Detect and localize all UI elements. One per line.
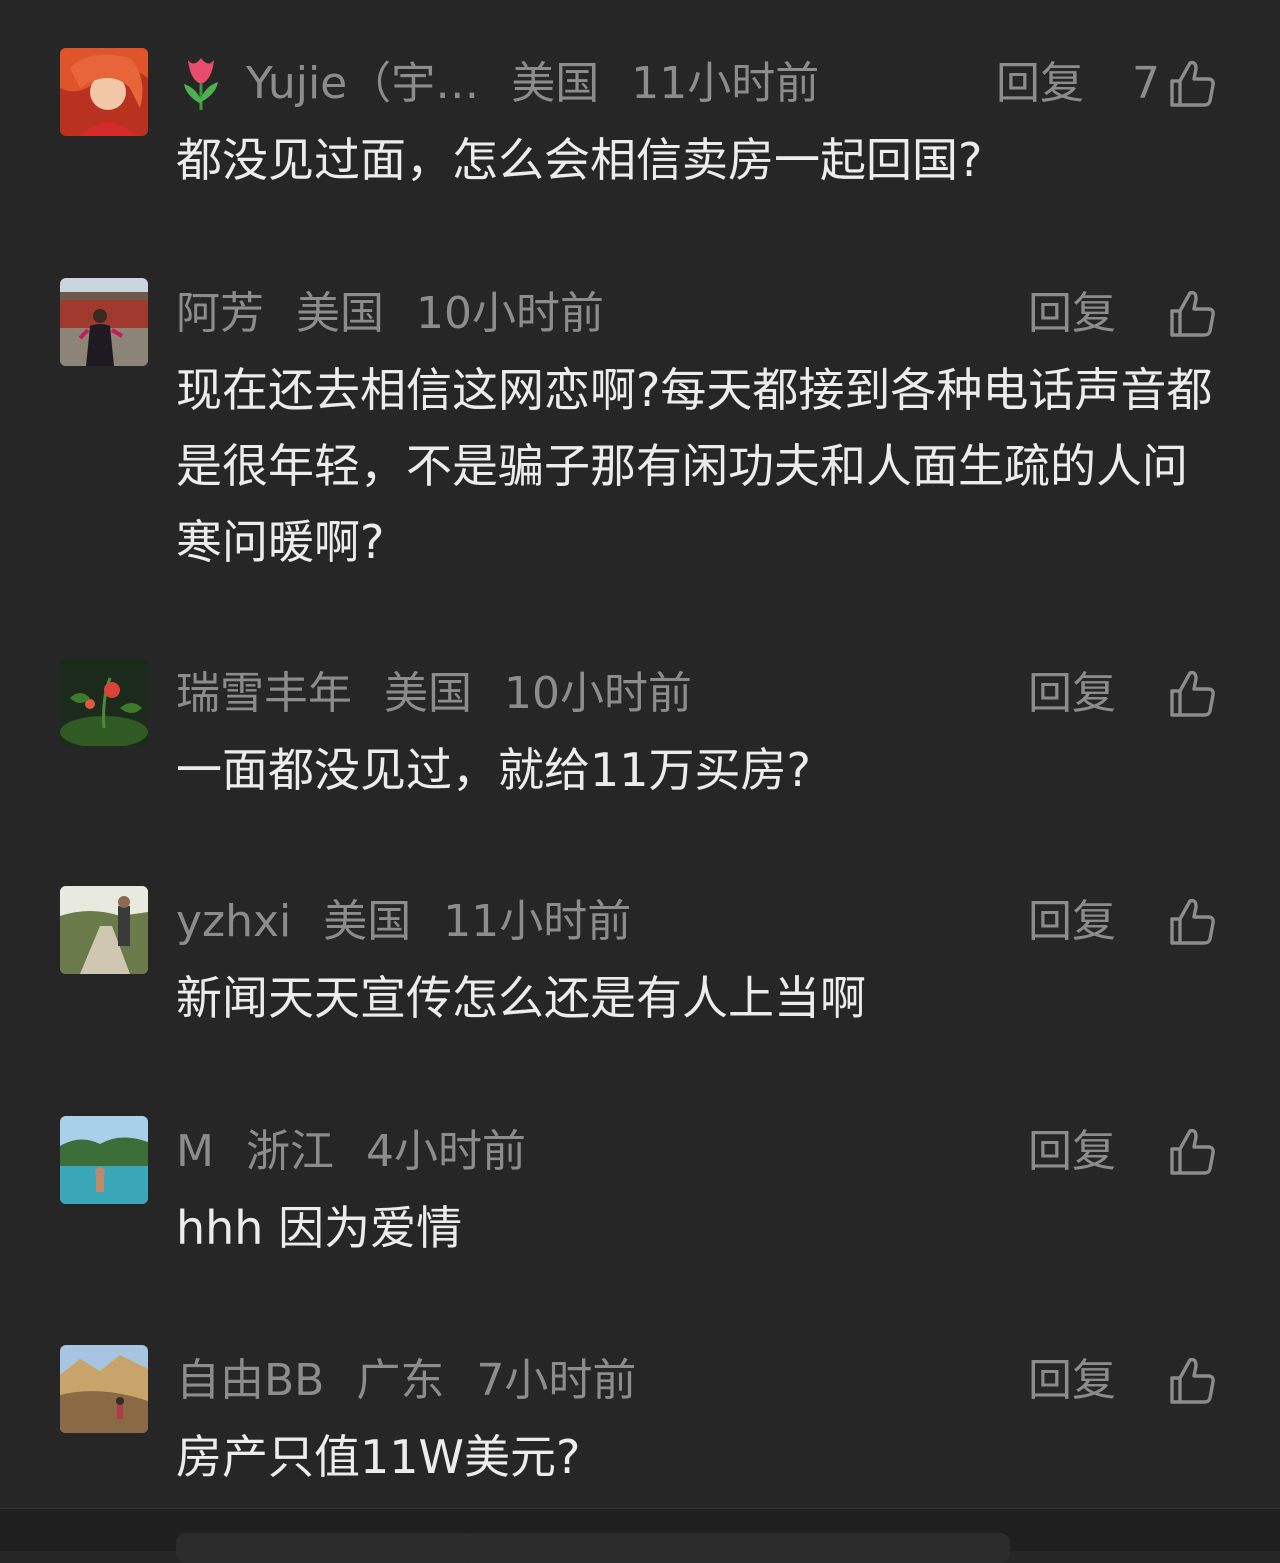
- comment-meta: yzhxi 美国 11小时前: [176, 892, 649, 952]
- comment-text: 现在还去相信这网恋啊?每天都接到各种电话声音都是很年轻，不是骗子那有闲功夫和人面…: [176, 363, 1213, 569]
- comment-text: 都没见过面，怎么会相信卖房一起回国?: [176, 133, 983, 187]
- avatar[interactable]: [60, 1345, 148, 1433]
- thumbs-up-icon: [1164, 1354, 1218, 1408]
- timestamp: 11小时前: [443, 896, 632, 947]
- username[interactable]: 阿芳: [176, 288, 264, 339]
- location: 浙江: [245, 1126, 334, 1177]
- location: 美国: [384, 668, 472, 719]
- comment-text: 一面都没见过，就给11万买房?: [176, 743, 811, 797]
- like-button[interactable]: [1164, 1351, 1218, 1411]
- like-count: 7: [1132, 58, 1160, 109]
- like-button[interactable]: [1164, 284, 1218, 344]
- like-button[interactable]: 7: [1132, 54, 1218, 114]
- avatar[interactable]: [60, 886, 148, 974]
- like-button[interactable]: [1164, 664, 1218, 724]
- bottom-bar: [0, 1508, 1280, 1563]
- avatar[interactable]: [60, 48, 148, 136]
- location: 美国: [511, 58, 600, 109]
- bottom-pill[interactable]: [176, 1533, 476, 1563]
- username[interactable]: yzhxi: [176, 896, 291, 947]
- avatar[interactable]: [60, 1116, 148, 1204]
- bottom-pill[interactable]: [700, 1533, 1010, 1563]
- timestamp: 7小时前: [476, 1355, 637, 1406]
- avatar[interactable]: [60, 278, 148, 366]
- reply-button[interactable]: 回复: [1028, 892, 1116, 952]
- like-button[interactable]: [1164, 1122, 1218, 1182]
- comment-meta: 自由BB 广东 7小时前: [176, 1351, 654, 1411]
- comment-meta: 瑞雪丰年 美国 10小时前: [176, 664, 710, 724]
- comment-meta: Yujie（宇… 美国 11小时前: [176, 54, 837, 114]
- reply-button[interactable]: 回复: [1028, 1122, 1116, 1182]
- timestamp: 4小时前: [365, 1126, 526, 1177]
- username[interactable]: 瑞雪丰年: [176, 668, 352, 719]
- comment-text: 房产只值11W美元?: [176, 1430, 581, 1484]
- like-button[interactable]: [1164, 892, 1218, 952]
- tulip-icon: [184, 58, 218, 110]
- reply-button[interactable]: 回复: [1028, 664, 1116, 724]
- thumbs-up-icon: [1164, 667, 1218, 721]
- username[interactable]: 自由BB: [176, 1355, 324, 1406]
- location: 美国: [323, 896, 412, 947]
- comment-meta: M 浙江 4小时前: [176, 1122, 544, 1182]
- comment-text: 新闻天天宣传怎么还是有人上当啊: [176, 971, 866, 1025]
- comment-text: hhh 因为爱情: [176, 1201, 463, 1255]
- timestamp: 10小时前: [416, 288, 604, 339]
- location: 广东: [356, 1355, 445, 1406]
- timestamp: 10小时前: [504, 668, 692, 719]
- reply-button[interactable]: 回复: [1028, 1351, 1116, 1411]
- thumbs-up-icon: [1164, 895, 1218, 949]
- comment-meta: 阿芳 美国 10小时前: [176, 284, 622, 344]
- reply-button[interactable]: 回复: [1028, 284, 1116, 344]
- timestamp: 11小时前: [631, 58, 820, 109]
- reply-button[interactable]: 回复: [996, 54, 1084, 114]
- thumbs-up-icon: [1164, 57, 1218, 111]
- username[interactable]: M: [176, 1126, 214, 1177]
- thumbs-up-icon: [1164, 287, 1218, 341]
- username[interactable]: Yujie（宇…: [246, 58, 479, 109]
- location: 美国: [296, 288, 384, 339]
- avatar[interactable]: [60, 658, 148, 746]
- thumbs-up-icon: [1164, 1125, 1218, 1179]
